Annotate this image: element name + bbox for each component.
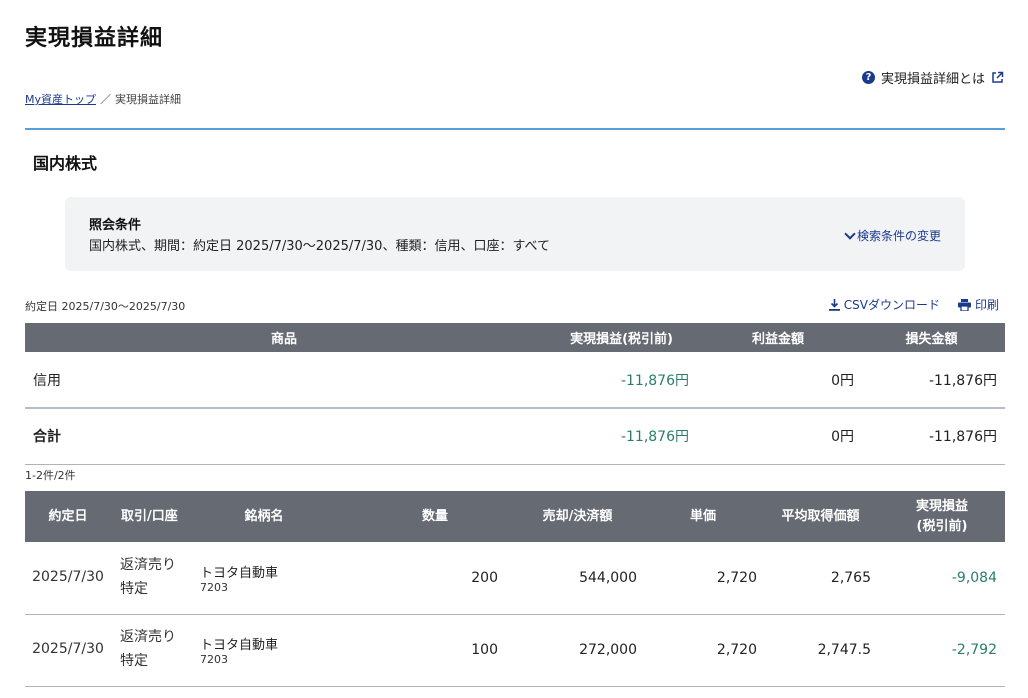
help-link-label: 実現損益詳細とは: [880, 72, 985, 87]
row-price: 2,720: [644, 614, 762, 687]
breadcrumb-current: 実現損益詳細: [115, 93, 182, 106]
row-price: 2,720: [644, 542, 762, 615]
summary-table: 商品 実現損益(税引前) 利益金額 損失金額 信用 -11,876円 0円 -1…: [25, 323, 1005, 465]
question-icon: ?: [861, 71, 875, 84]
row-avg-price: 2,765: [762, 542, 879, 615]
csv-download-button[interactable]: CSVダウンロード: [828, 296, 940, 313]
row-account-type: 特定: [120, 580, 148, 597]
csv-download-label: CSVダウンロード: [843, 298, 940, 312]
chevron-down-icon: [844, 227, 856, 240]
print-button[interactable]: 印刷: [957, 296, 999, 313]
summary-header-row: 商品 実現損益(税引前) 利益金額 損失金額: [25, 323, 1005, 352]
conditions-label: 照会条件: [89, 218, 142, 233]
detail-header-avg: 平均取得価額: [762, 491, 879, 542]
row-account-type: 特定: [120, 653, 148, 669]
summary-header-pl: 実現損益(税引前): [543, 323, 698, 352]
download-icon: [828, 298, 840, 311]
summary-header-product: 商品: [25, 323, 543, 352]
summary-header-profit: 利益金額: [698, 323, 858, 352]
detail-header-date: 約定日: [25, 491, 111, 542]
detail-header-price: 単価: [644, 491, 762, 542]
summary-pl: -11,876円: [543, 352, 698, 409]
row-pl: -9,084: [879, 542, 1005, 615]
breadcrumb-home-link[interactable]: My資産トップ: [25, 91, 96, 107]
section-title: 国内株式: [33, 154, 98, 173]
row-stock-code: 7203: [200, 580, 228, 594]
page-title: 実現損益詳細: [25, 26, 164, 51]
summary-profit: 0円: [698, 352, 858, 409]
row-date: 2025/7/30: [25, 542, 111, 615]
table-row: 2025/7/30 返済売り 特定 トヨタ自動車 7203 100 272,00…: [25, 614, 1005, 687]
row-amount: 272,000: [511, 614, 644, 687]
detail-header-amount: 売却/決済額: [511, 491, 644, 542]
section-divider: [25, 128, 1005, 130]
row-quantity: 200: [389, 542, 511, 615]
conditions-text: 国内株式、期間：約定日 2025/7/30〜2025/7/30、種類：信用、口座…: [89, 239, 551, 254]
row-avg-price: 2,747.5: [762, 614, 879, 687]
summary-total-pl: -11,876円: [543, 408, 698, 465]
detail-table: 約定日 取引/口座 銘柄名 数量 売却/決済額 単価 平均取得価額 実現損益 (…: [25, 491, 1005, 687]
period-text: 約定日 2025/7/30〜2025/7/30: [25, 300, 186, 313]
change-conditions-button[interactable]: 検索条件の変更: [844, 227, 941, 244]
action-links: CSVダウンロード 印刷: [828, 296, 999, 313]
detail-header-qty: 数量: [389, 491, 511, 542]
row-quantity: 100: [389, 614, 511, 687]
result-count: 1-2件/2件: [25, 469, 76, 482]
summary-row: 信用 -11,876円 0円 -11,876円: [25, 352, 1005, 409]
summary-loss: -11,876円: [858, 352, 1005, 409]
row-stock-code: 7203: [200, 653, 228, 666]
detail-header-row: 約定日 取引/口座 銘柄名 数量 売却/決済額 単価 平均取得価額 実現損益 (…: [25, 491, 1005, 542]
row-date: 2025/7/30: [25, 614, 111, 687]
row-stock-name: トヨタ自動車: [200, 638, 279, 653]
summary-header-loss: 損失金額: [858, 323, 1005, 352]
summary-total-row: 合計 -11,876円 0円 -11,876円: [25, 408, 1005, 465]
summary-total-loss: -11,876円: [858, 408, 1005, 465]
detail-header-name: 銘柄名: [189, 491, 389, 542]
row-trade-type: 返済売り: [120, 629, 176, 646]
breadcrumb: My資産トップ ／ 実現損益詳細: [25, 91, 181, 107]
summary-total-profit: 0円: [698, 408, 858, 465]
table-row: 2025/7/30 返済売り 特定 トヨタ自動車 7203 200 544,00…: [25, 542, 1005, 615]
summary-total-label: 合計: [25, 408, 543, 465]
detail-header-pl: 実現損益 (税引前): [879, 491, 1005, 542]
print-label: 印刷: [974, 298, 999, 312]
detail-header-trade: 取引/口座: [111, 491, 189, 542]
conditions-panel: 照会条件 国内株式、期間：約定日 2025/7/30〜2025/7/30、種類：…: [65, 197, 965, 271]
printer-icon: [957, 298, 971, 311]
row-amount: 544,000: [511, 542, 644, 615]
summary-product: 信用: [25, 352, 543, 409]
change-conditions-label: 検索条件の変更: [856, 229, 941, 243]
row-trade-type: 返済売り: [120, 556, 176, 573]
breadcrumb-separator: ／: [100, 93, 112, 106]
row-pl: -2,792: [879, 614, 1005, 687]
help-link[interactable]: ? 実現損益詳細とは: [861, 68, 1004, 87]
external-link-icon: [992, 71, 1004, 83]
row-stock-name: トヨタ自動車: [200, 565, 279, 581]
